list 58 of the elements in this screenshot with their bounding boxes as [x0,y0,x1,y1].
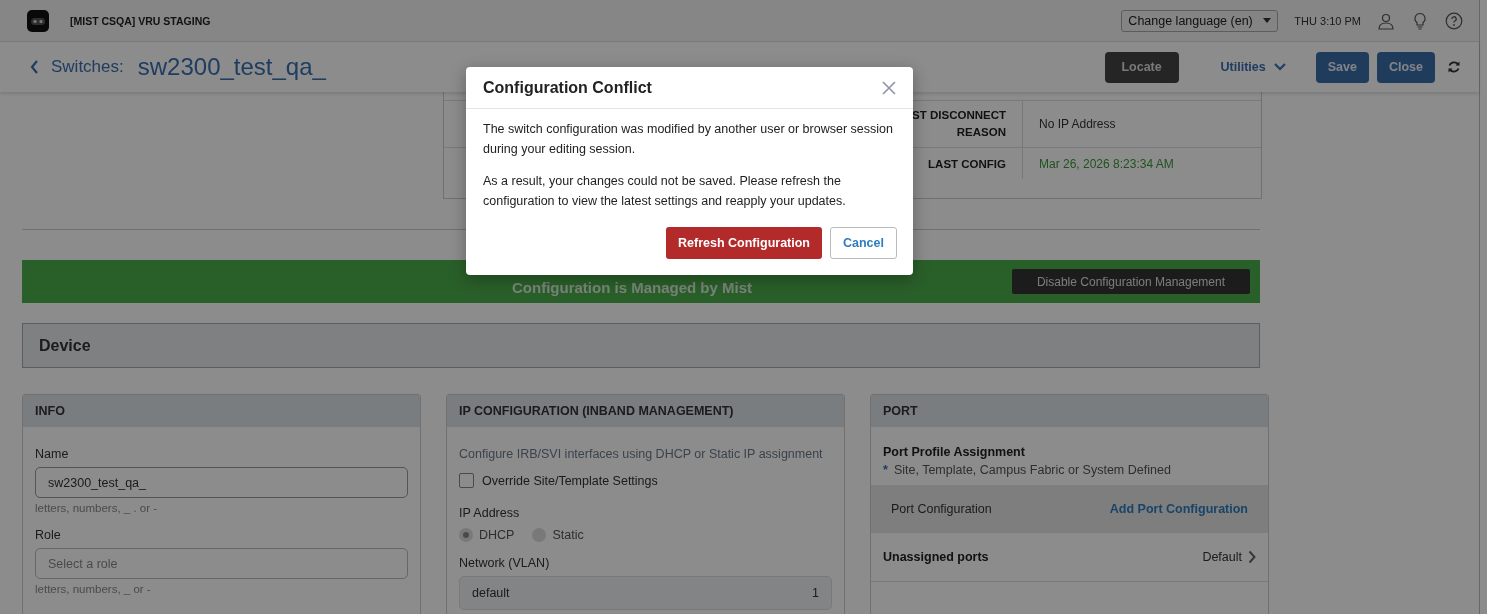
robot-logo-icon [26,8,50,33]
close-button[interactable]: Close [1376,51,1435,83]
vlan-field[interactable]: default 1 [459,576,832,610]
panel-header: PORT [871,395,1268,427]
caret-icon [1263,18,1272,23]
field-label: Role [35,528,62,542]
checkbox-label: Override Site/Template Settings [482,473,658,488]
row-value: Default [1202,550,1242,564]
vlan-name: default [472,586,510,600]
subsection-title: Port Profile Assignment [883,445,1026,459]
organization-name: [MIST CSQA] VRU STAGING [70,14,211,27]
cancel-button[interactable]: Cancel [830,227,897,259]
close-icon[interactable] [881,79,897,96]
row-label: Unassigned ports [883,550,989,564]
chevron-down-icon [1273,63,1286,71]
radio-button[interactable] [459,528,473,542]
dialog-message: The switch configuration was modified by another user or browser session during your editing session. [483,121,894,158]
save-button[interactable]: Save [1315,51,1369,83]
dialog-title: Configuration Conflict [483,78,652,97]
field-hint: letters, numbers, _ . or - [35,502,159,514]
help-icon[interactable] [1445,11,1463,30]
select-field[interactable]: Select a role [35,548,408,579]
utilities-menu[interactable]: Utilities [1204,51,1302,83]
field-label: Name [35,447,70,461]
user-icon[interactable] [1377,11,1395,30]
status-label: ST DISCONNECT REASON [911,108,1006,140]
checkbox[interactable] [459,473,474,488]
input-field[interactable]: sw2300_test_qa_ [35,467,408,498]
lightbulb-icon[interactable] [1411,11,1429,30]
chevron-right-icon [1248,550,1256,564]
panel-header: INFO [23,395,420,427]
status-value: No IP Address [1039,117,1116,131]
add-port-configuration-link[interactable]: Add Port Configuration [1109,502,1248,516]
unassigned-ports-row[interactable]: Unassigned ports Default [871,533,1268,582]
radio-label: DHCP [479,528,515,542]
panel-header: IP CONFIGURATION (INBAND MANAGEMENT) [447,395,844,427]
asterisk-marker: * [883,463,888,477]
banner-text: Configuration is Managed by Mist [512,279,752,296]
switch-title: sw2300_test_qa_ [137,53,326,81]
breadcrumb-link[interactable]: Switches: [51,57,124,77]
vlan-id: 1 [812,586,819,600]
disable-management-button[interactable]: Disable Configuration Management [1012,269,1250,294]
dialog-message: As a result, your changes could not be saved. Please refresh the configuration to view the latest settings and reapply your updates. [483,173,847,210]
field-label: Network (VLAN) [459,556,551,570]
status-value: Mar 26, 2026 8:23:34 AM [1039,156,1174,171]
section-header[interactable]: Device [22,323,1260,368]
description-text: Configure IRB/SVI interfaces using DHCP or Static IP assignment [459,447,824,461]
field-hint: letters, numbers, _ or - [35,583,152,595]
row-label: Port Configuration [891,502,992,516]
locate-button[interactable]: Locate [1104,51,1179,83]
field-label: IP Address [459,506,521,520]
radio-label: Static [552,528,584,542]
refresh-configuration-button[interactable]: Refresh Configuration [666,227,822,259]
clock-time: THU 3:10 PM [1294,14,1361,27]
language-select[interactable]: Change language (en) [1121,9,1279,32]
profile-note: Site, Template, Campus Fabric or System Defined [893,463,1171,477]
refresh-icon[interactable] [1447,60,1461,74]
status-label: LAST CONFIG [928,157,1006,172]
